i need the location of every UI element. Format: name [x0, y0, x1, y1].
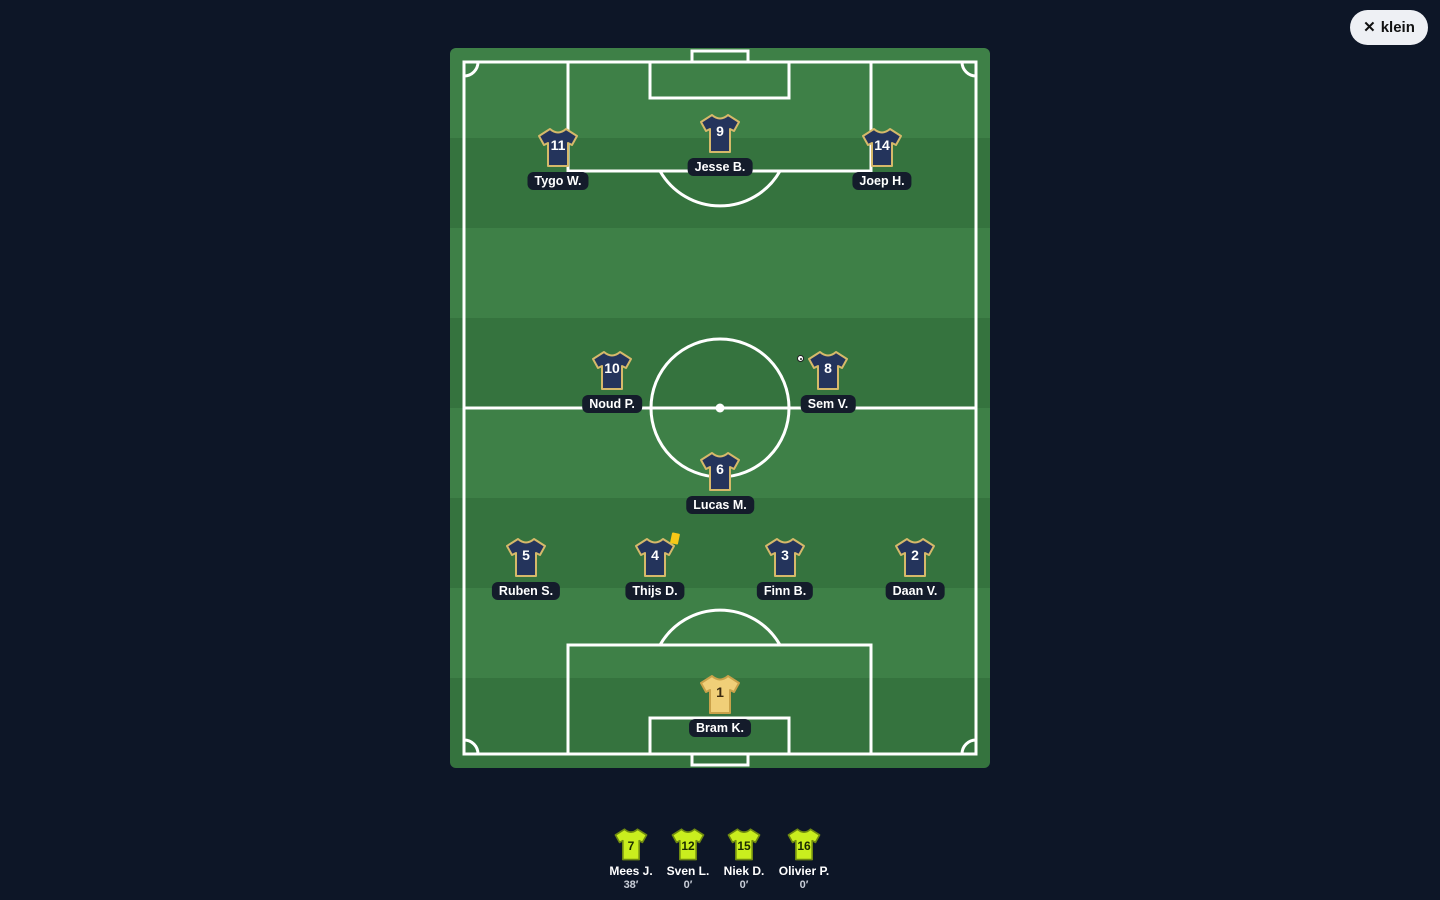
player-name: Thijs D.: [625, 582, 685, 600]
shirt-number: 4: [651, 547, 659, 563]
substitute-mees[interactable]: 7 Mees J. 38′: [601, 826, 661, 896]
shirt-number: 2: [911, 547, 919, 563]
substitute-olivier[interactable]: 16 Olivier P. 0′: [774, 826, 834, 896]
player-finn[interactable]: 3 Finn B.: [725, 535, 845, 615]
player-name: Sem V.: [800, 395, 856, 413]
football-pitch: 11 Tygo W. 9 Jesse B. 14 Joep H. 10 Noud…: [450, 48, 990, 768]
shirt-number: 8: [824, 360, 832, 376]
player-name: Ruben S.: [491, 582, 561, 600]
shirt-icon: 10: [590, 348, 634, 392]
player-name: Joep H.: [852, 172, 912, 190]
substitute-name: Sven L.: [666, 864, 710, 878]
player-name: Tygo W.: [527, 172, 589, 190]
player-name: Jesse B.: [687, 158, 753, 176]
player-joep[interactable]: 14 Joep H.: [822, 125, 942, 205]
shirt-number: 9: [716, 123, 724, 139]
shirt-number: 10: [604, 360, 620, 376]
shirt-number: 12: [681, 839, 695, 853]
shirt-number: 5: [522, 547, 530, 563]
goal-ball-icon: [797, 355, 804, 362]
shirt-number: 3: [781, 547, 789, 563]
shirt-icon: 9: [698, 111, 742, 155]
shirt-icon: 14: [860, 125, 904, 169]
substitute-minutes: 0′: [739, 879, 749, 891]
shirt-number: 14: [874, 137, 890, 153]
substitute-name: Mees J.: [609, 864, 653, 878]
player-lucas[interactable]: 6 Lucas M.: [660, 449, 780, 529]
player-name: Bram K.: [689, 719, 751, 737]
player-name: Daan V.: [885, 582, 945, 600]
shirt-icon: 11: [536, 125, 580, 169]
player-ruben[interactable]: 5 Ruben S.: [466, 535, 586, 615]
shirt-number: 16: [797, 839, 811, 853]
player-noud[interactable]: 10 Noud P.: [552, 348, 672, 428]
player-name: Noud P.: [582, 395, 642, 413]
substitute-sven[interactable]: 12 Sven L. 0′: [658, 826, 718, 896]
substitute-minutes: 0′: [683, 879, 693, 891]
shirt-icon: 8: [806, 348, 850, 392]
shirt-number: 7: [627, 839, 635, 853]
yellow-card-icon: [669, 532, 681, 545]
substitute-name: Niek D.: [723, 864, 765, 878]
substitute-minutes: 0′: [799, 879, 809, 891]
shirt-number: 15: [737, 839, 751, 853]
shirt-icon: 3: [763, 535, 807, 579]
shirt-number: 11: [550, 137, 566, 153]
sub-shirt-icon: 7: [613, 826, 649, 862]
player-daan[interactable]: 2 Daan V.: [855, 535, 975, 615]
shirt-number: 1: [716, 684, 724, 700]
sub-shirt-icon: 12: [670, 826, 706, 862]
shirt-icon: 6: [698, 449, 742, 493]
x-icon: ✕: [1363, 19, 1376, 36]
close-button[interactable]: ✕ klein: [1350, 10, 1428, 45]
substitute-name: Olivier P.: [778, 864, 830, 878]
player-thijs[interactable]: 4 Thijs D.: [595, 532, 715, 615]
shirt-icon: 2: [893, 535, 937, 579]
close-label: klein: [1380, 19, 1415, 36]
player-name: Lucas M.: [686, 496, 754, 514]
goalkeeper-shirt-icon: 1: [698, 672, 742, 716]
player-tygo[interactable]: 11 Tygo W.: [498, 125, 618, 205]
player-goalkeeper-bram[interactable]: 1 Bram K.: [660, 672, 780, 752]
sub-shirt-icon: 15: [726, 826, 762, 862]
player-sem[interactable]: 8 Sem V.: [768, 348, 888, 428]
shirt-icon: 5: [504, 535, 548, 579]
player-name: Finn B.: [756, 582, 814, 600]
shirt-number: 6: [716, 461, 724, 477]
sub-shirt-icon: 16: [786, 826, 822, 862]
substitute-niek[interactable]: 15 Niek D. 0′: [714, 826, 774, 896]
substitute-minutes: 38′: [623, 879, 639, 891]
player-jesse[interactable]: 9 Jesse B.: [660, 111, 780, 191]
